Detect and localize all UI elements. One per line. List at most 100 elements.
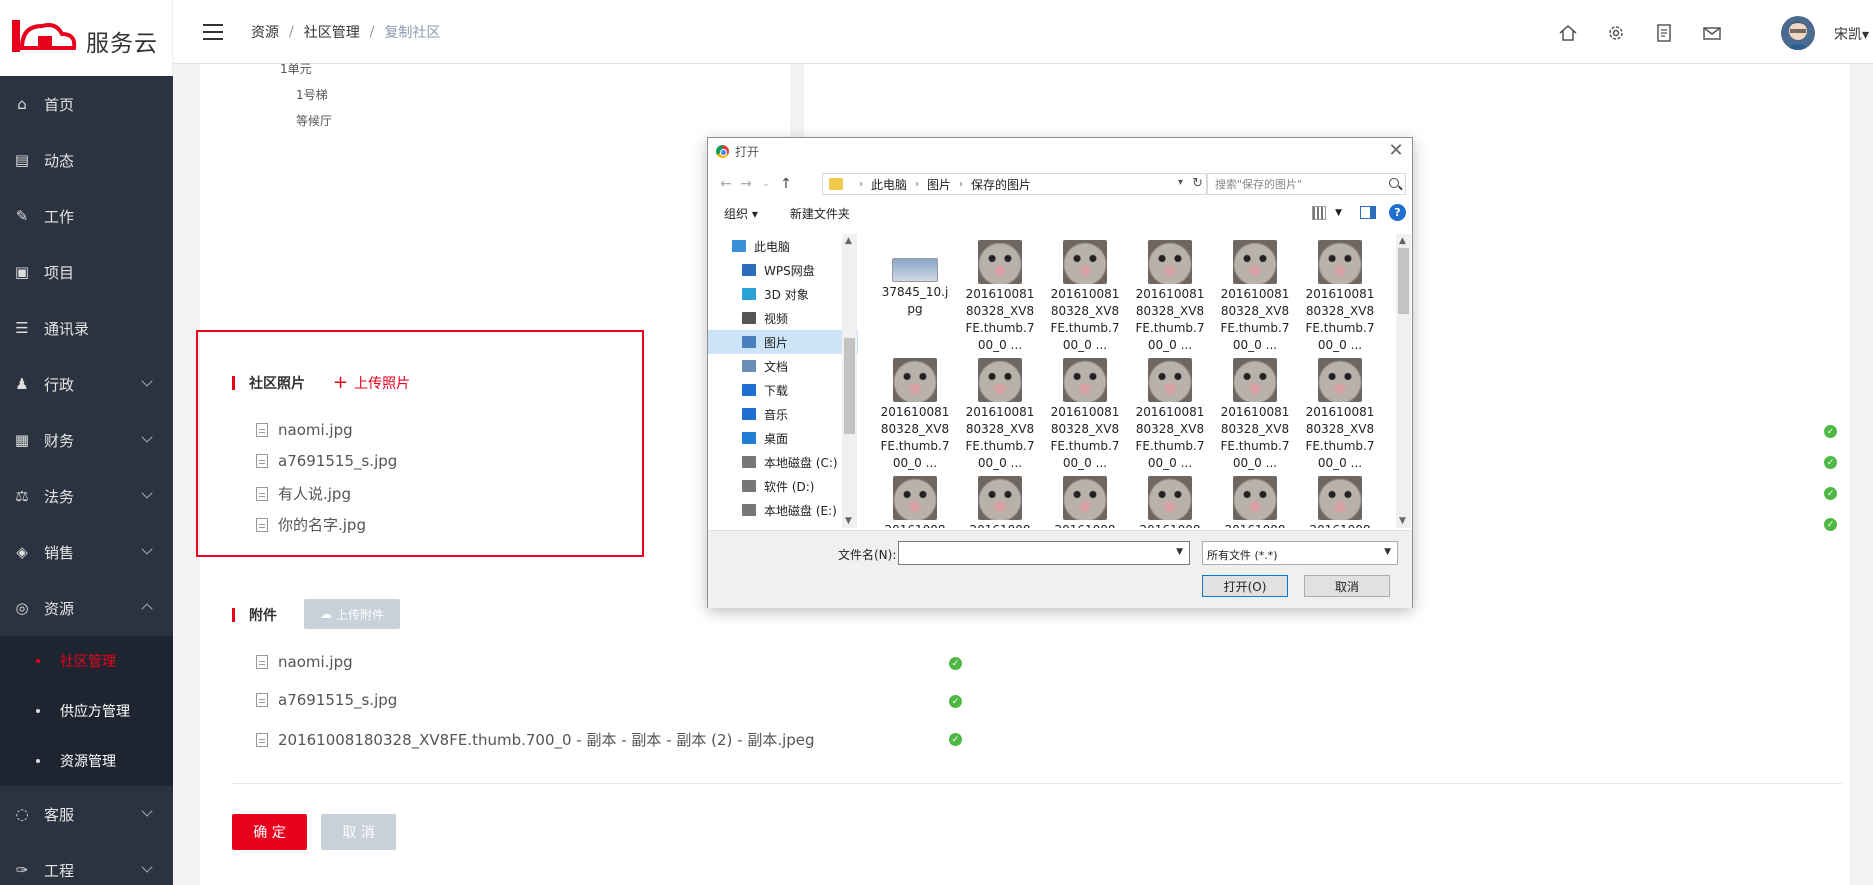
file-grid-item[interactable]: 20161008180328_XV8FE.thumb.700_0 ... [1135, 358, 1205, 472]
file-grid-item[interactable]: 20161008180328_XV8FE.thumb.700_0 ... [1305, 358, 1375, 472]
sidebar-item[interactable]: ✑ 工程 [0, 842, 173, 885]
cancel-button[interactable]: 取 消 [321, 814, 396, 850]
file-grid-item[interactable]: 20161008 [1220, 476, 1290, 528]
sidebar-item[interactable]: ◌ 客服 [0, 786, 173, 842]
file-grid-item[interactable]: 20161008180328_XV8FE.thumb.700_0 ... [1050, 358, 1120, 472]
forward-arrow-icon[interactable]: → [736, 176, 756, 192]
sidebar-item[interactable]: ✎ 工作 [0, 188, 173, 244]
file-grid-item[interactable]: 20161008180328_XV8FE.thumb.700_0 ... [880, 358, 950, 472]
view-dropdown-icon[interactable]: ▼ [1335, 208, 1342, 218]
file-grid-item[interactable]: 20161008180328_XV8FE.thumb.700_0 ... [965, 358, 1035, 472]
back-arrow-icon[interactable]: ← [716, 176, 736, 192]
file-grid-item[interactable]: 20161008 [965, 476, 1035, 528]
scroll-up-icon[interactable]: ▲ [845, 236, 852, 246]
breadcrumb-item[interactable]: 资源 [251, 22, 279, 42]
up-arrow-icon[interactable]: ↑ [776, 176, 796, 192]
upload-attachment-button[interactable]: ☁ 上传附件 [304, 599, 400, 629]
sidebar-item[interactable]: ◈ 销售 [0, 524, 173, 580]
tree-node[interactable]: 等候厅 [280, 108, 332, 134]
sidebar-subitem[interactable]: 社区管理 [0, 636, 173, 686]
user-name[interactable]: 宋凯▾ [1834, 24, 1869, 44]
search-input[interactable]: 搜索"保存的图片" [1206, 173, 1406, 195]
address-bar[interactable]: › 此电脑 › 图片 › 保存的图片 ▾ ↻ [822, 173, 1208, 195]
upload-photo-button[interactable]: + 上传照片 [333, 372, 410, 393]
document-icon[interactable] [1653, 22, 1675, 44]
file-row[interactable]: a7691515_s.jpg [256, 691, 397, 709]
sidebar-item[interactable]: ▦ 财务 [0, 412, 173, 468]
help-icon[interactable]: ? [1389, 204, 1406, 221]
organize-menu[interactable]: 组织 ▾ [724, 205, 758, 222]
new-folder-button[interactable]: 新建文件夹 [790, 205, 850, 222]
breadcrumb-item[interactable]: 社区管理 [304, 22, 360, 42]
filename-input[interactable]: ▼ [898, 541, 1190, 565]
file-row[interactable]: 有人说.jpg [256, 483, 351, 504]
home-icon[interactable] [1557, 22, 1579, 44]
file-grid-item[interactable]: 20161008 [1050, 476, 1120, 528]
file-grid-item[interactable]: 20161008180328_XV8FE.thumb.700_0 ... [1220, 240, 1290, 354]
nav-pane-item[interactable]: 本地磁盘 (E:) [708, 498, 858, 522]
view-grid-icon[interactable] [1312, 206, 1326, 220]
nav-scrollbar[interactable]: ▲ ▼ [842, 234, 857, 528]
file-grid-item[interactable]: 20161008180328_XV8FE.thumb.700_0 ... [1220, 358, 1290, 472]
file-grid-item[interactable]: 20161008180328_XV8FE.thumb.700_0 ... [965, 240, 1035, 354]
menu-toggle-icon[interactable] [203, 23, 223, 40]
nav-pane-item[interactable]: 软件 (D:) [708, 474, 858, 498]
path-segment[interactable]: 图片 [927, 176, 951, 193]
file-grid-item[interactable]: 20161008180328_XV8FE.thumb.700_0 ... [1135, 240, 1205, 354]
grid-scrollbar[interactable]: ▲ ▼ [1396, 234, 1411, 528]
file-grid-item[interactable]: 37845_10.jpg [880, 240, 950, 318]
close-icon[interactable]: ✕ [1386, 141, 1406, 161]
sidebar-item[interactable]: ⚖ 法务 [0, 468, 173, 524]
refresh-icon[interactable]: ↻ [1192, 176, 1203, 191]
tree-node[interactable]: 1单元 [280, 56, 332, 82]
file-row[interactable]: naomi.jpg [256, 653, 353, 671]
nav-pane-item[interactable]: 下载 [708, 378, 858, 402]
file-grid-item[interactable]: 20161008180328_XV8FE.thumb.700_0 ... [1050, 240, 1120, 354]
mail-icon[interactable] [1701, 22, 1723, 44]
file-grid-item[interactable]: 20161008 [1135, 476, 1205, 528]
scroll-down-icon[interactable]: ▼ [1399, 516, 1406, 526]
file-grid-item[interactable]: 20161008180328_XV8FE.thumb.700_0 ... [1305, 240, 1375, 354]
sidebar-item[interactable]: ♟ 行政 [0, 356, 173, 412]
scroll-up-icon[interactable]: ▲ [1399, 236, 1406, 246]
file-row[interactable]: 20161008180328_XV8FE.thumb.700_0 - 副本 - … [256, 729, 815, 750]
confirm-button[interactable]: 确 定 [232, 814, 307, 850]
sidebar-subitem[interactable]: 供应方管理 [0, 686, 173, 736]
file-row[interactable]: a7691515_s.jpg [256, 452, 397, 470]
nav-pane-item[interactable]: 3D 对象 [708, 282, 858, 306]
sidebar-item[interactable]: ☰ 通讯录 [0, 300, 173, 356]
sidebar-item[interactable]: ▤ 动态 [0, 132, 173, 188]
sidebar-item[interactable]: ▣ 项目 [0, 244, 173, 300]
nav-pane-item[interactable]: 视频 [708, 306, 858, 330]
gear-icon[interactable] [1605, 22, 1627, 44]
sidebar-subitem[interactable]: 资源管理 [0, 736, 173, 786]
recent-dropdown-icon[interactable]: ⌄ [756, 179, 776, 189]
preview-pane-icon[interactable] [1360, 206, 1376, 219]
open-button[interactable]: 打开(O) [1202, 575, 1288, 597]
nav-pane-item[interactable]: 图片 [708, 330, 858, 354]
sidebar-item[interactable]: ◎ 资源 [0, 580, 173, 636]
tree-node[interactable]: 1号梯 [280, 82, 332, 108]
nav-pane-item[interactable]: 音乐 [708, 402, 858, 426]
photos-title: 社区照片 [249, 375, 305, 392]
file-row[interactable]: 你的名字.jpg [256, 514, 366, 535]
scroll-thumb[interactable] [844, 338, 855, 434]
sidebar-item[interactable]: ⌂ 首页 [0, 76, 173, 132]
nav-pane-item[interactable]: 此电脑 [708, 234, 858, 258]
path-segment[interactable]: 保存的图片 [971, 176, 1031, 193]
avatar[interactable] [1781, 16, 1815, 50]
nav-pane-item[interactable]: 文档 [708, 354, 858, 378]
scroll-thumb[interactable] [1398, 248, 1409, 314]
nav-pane-item[interactable]: 本地磁盘 (C:) [708, 450, 858, 474]
nav-pane-item[interactable]: 桌面 [708, 426, 858, 450]
file-row[interactable]: naomi.jpg [256, 421, 353, 439]
chevron-down-icon[interactable]: ▾ [1178, 177, 1183, 188]
path-segment[interactable]: 此电脑 [871, 176, 907, 193]
file-grid-item[interactable]: 20161008 [880, 476, 950, 528]
nav-pane-item[interactable]: WPS网盘 [708, 258, 858, 282]
file-grid-item[interactable]: 20161008 [1305, 476, 1375, 528]
filetype-select[interactable]: 所有文件 (*.*) ▼ [1202, 541, 1398, 565]
scroll-down-icon[interactable]: ▼ [845, 516, 852, 526]
chevron-down-icon[interactable]: ▼ [1176, 547, 1183, 557]
dialog-cancel-button[interactable]: 取消 [1304, 575, 1390, 597]
